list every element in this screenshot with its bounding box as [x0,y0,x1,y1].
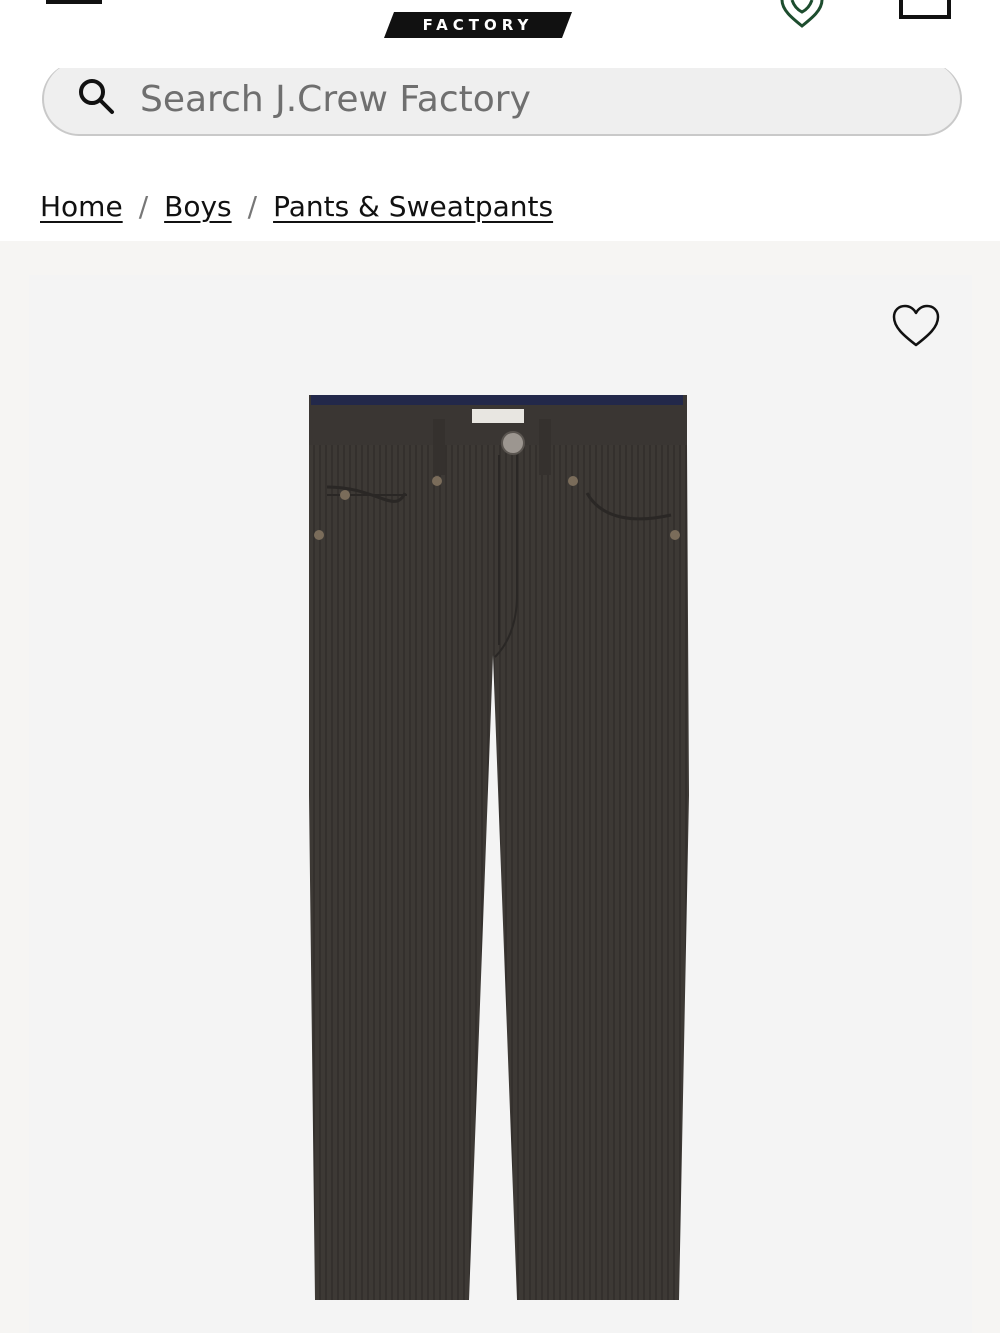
factory-logo[interactable]: FACTORY [384,12,572,38]
breadcrumb: Home / Boys / Pants & Sweatpants [40,186,553,226]
breadcrumb-home-link[interactable]: Home [40,190,123,223]
breadcrumb-separator: / [138,189,149,223]
product-image-panel[interactable] [29,275,972,1333]
corduroy-pants-image [309,395,689,1300]
product-gallery [0,241,1000,1333]
site-header: FACTORY [0,0,1000,60]
breadcrumb-pants-link[interactable]: Pants & Sweatpants [273,190,553,223]
breadcrumb-boys-link[interactable]: Boys [164,190,232,223]
shopping-bag-icon[interactable] [898,0,952,20]
breadcrumb-separator: / [247,189,258,223]
search-bar[interactable] [42,68,962,136]
hamburger-menu-icon[interactable] [46,0,104,6]
logo-text: FACTORY [422,16,534,34]
heart-outline-icon[interactable] [891,303,941,349]
store-locator-icon[interactable] [778,0,828,30]
search-icon [76,76,116,116]
search-input[interactable] [140,68,920,130]
